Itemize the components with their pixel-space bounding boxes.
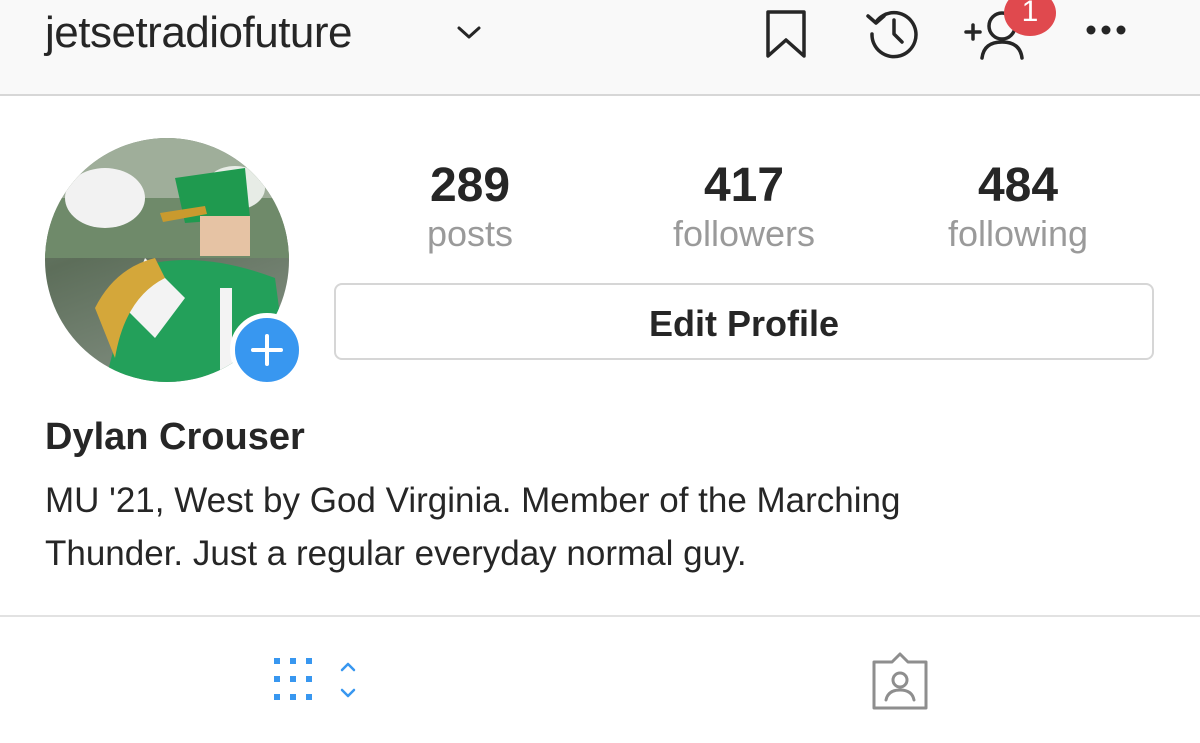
plus-icon: [251, 334, 283, 366]
profile-bio: MU '21, West by God Virginia. Member of …: [45, 474, 1125, 580]
chevron-down-icon[interactable]: [454, 20, 484, 44]
history-icon[interactable]: [864, 4, 920, 60]
username-title[interactable]: jetsetradiofuture: [45, 8, 353, 58]
followers-stat[interactable]: 417 followers: [624, 158, 864, 254]
posts-stat[interactable]: 289 posts: [350, 158, 590, 254]
tagged-icon[interactable]: [868, 652, 932, 712]
posts-label: posts: [426, 213, 514, 254]
posts-count: 289: [429, 159, 511, 212]
add-story-button[interactable]: [230, 313, 304, 387]
bookmark-icon[interactable]: [762, 8, 810, 60]
tabs-divider: [0, 615, 1200, 617]
bio-line-2: Thunder. Just a regular everyday normal …: [45, 534, 747, 573]
edit-profile-button[interactable]: Edit Profile: [334, 283, 1154, 360]
following-label: following: [947, 213, 1089, 254]
followers-count: 417: [703, 159, 785, 212]
following-stat[interactable]: 484 following: [898, 158, 1138, 254]
bio-line-1: MU '21, West by God Virginia. Member of …: [45, 481, 901, 520]
top-bar: jetsetradiofuture 1: [0, 0, 1200, 96]
grid-icon[interactable]: [270, 656, 362, 708]
profile-name: Dylan Crouser: [45, 416, 305, 458]
followers-label: followers: [672, 213, 816, 254]
more-icon[interactable]: [1084, 20, 1134, 40]
following-count: 484: [977, 159, 1059, 212]
